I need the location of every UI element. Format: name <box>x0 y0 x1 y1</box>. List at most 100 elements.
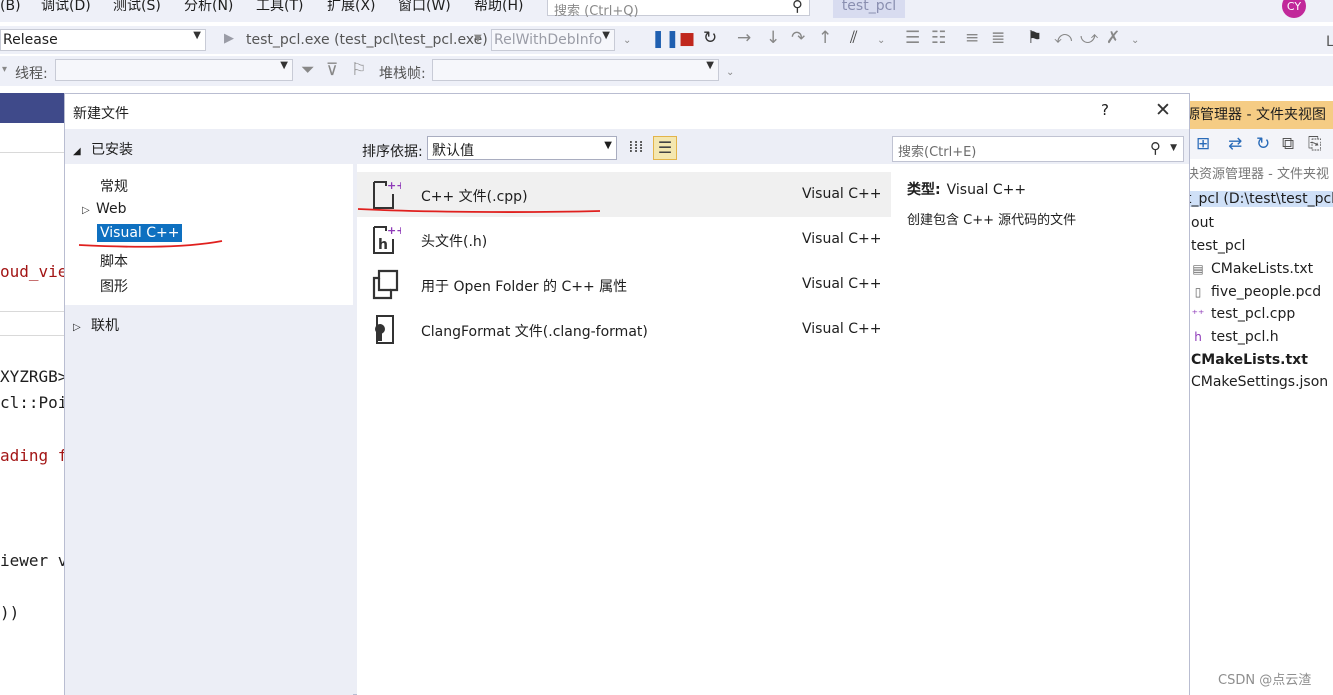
toolbar-overflow-icon[interactable]: ▾ <box>2 60 7 80</box>
template-details: 类型: Visual C++ 创建包含 C++ 源代码的文件 <box>891 164 1189 695</box>
step-over-icon[interactable]: ↷ <box>791 28 805 48</box>
sort-dropdown[interactable]: 默认值 ▼ <box>427 136 617 160</box>
template-item-header[interactable]: h ++ 头文件(.h) Visual C++ <box>357 217 891 262</box>
list-view-button[interactable]: ☰ <box>653 136 677 160</box>
editor-divider <box>0 152 70 153</box>
flag-icon[interactable]: ⚐ <box>351 60 366 80</box>
category-visual-cpp[interactable]: Visual C++ <box>97 224 183 242</box>
stop-icon[interactable]: ■ <box>679 29 695 49</box>
filter-icon[interactable]: ⏷ <box>301 60 315 80</box>
collapsed-triangle-icon: ▷ <box>82 205 90 216</box>
template-item-clang-format[interactable]: ClangFormat 文件(.clang-format) Visual C++ <box>357 307 891 352</box>
switch-views-icon[interactable]: ⊞ <box>1196 134 1210 154</box>
show-all-files-icon[interactable]: ⎘ <box>1308 134 1322 154</box>
stack-frame-dropdown[interactable]: ▼ <box>432 59 719 81</box>
menu-bar: (B) 调试(D) 测试(S) 分析(N) 工具(T) 扩展(X) 窗口(W) … <box>0 0 1333 22</box>
menu-help[interactable]: 帮助(H) <box>474 0 523 13</box>
sort-label: 排序依据: <box>362 144 423 160</box>
tree-item-file[interactable]: ▤ CMakeLists.txt <box>1191 261 1313 277</box>
collapse-all-icon[interactable]: ⧉ <box>1282 134 1294 154</box>
menu-test[interactable]: 测试(S) <box>113 0 161 13</box>
menu-build[interactable]: (B) <box>0 0 21 13</box>
thread-dropdown[interactable]: ▼ <box>55 59 293 81</box>
tree-node-installed[interactable]: ◢ 已安装 <box>73 139 133 159</box>
chevron-down-icon[interactable]: ▼ <box>474 29 482 49</box>
dialog-title-bar: 新建文件 ? ✕ <box>65 94 1189 129</box>
tree-item-root[interactable]: t_pcl (D:\test\test_pcl) <box>1186 191 1333 207</box>
template-item-properties[interactable]: 用于 Open Folder 的 C++ 属性 Visual C++ <box>357 262 891 307</box>
configuration-dropdown[interactable]: Release ▼ <box>0 29 206 51</box>
file-label: CMakeLists.txt <box>1211 261 1314 277</box>
small-icons-view-button[interactable]: ⁞⁞⁞ <box>624 136 648 160</box>
hex-display-icon[interactable]: ⫽ <box>850 28 858 48</box>
solution-explorer-panel: 源管理器 - 文件夹视图 ⊞ ⇄ ↻ ⧉ ⎘ 决资源管理器 - 文件夹视 t_p… <box>1186 93 1333 695</box>
tree-item-file[interactable]: ▯ five_people.pcd <box>1191 284 1321 300</box>
sync-icon[interactable]: ⇄ <box>1228 134 1242 154</box>
user-avatar[interactable]: CY <box>1282 0 1306 18</box>
filter-clear-icon[interactable]: ⊽ <box>326 60 338 80</box>
code-line: XYZRGB> <box>0 367 68 386</box>
header-file-icon: h ++ <box>373 224 401 254</box>
tree-node-online[interactable]: ▷ 联机 <box>73 315 119 335</box>
installed-label: 已安装 <box>91 142 133 158</box>
global-search-input[interactable]: 搜索 (Ctrl+Q) ⚲ <box>547 0 810 19</box>
toolbar-overflow-icon[interactable]: ⌄ <box>726 63 734 83</box>
prev-bookmark-icon[interactable]: ⤺ <box>1054 28 1072 48</box>
next-bookmark-icon[interactable]: ⤻ <box>1080 28 1098 48</box>
menu-window[interactable]: 窗口(W) <box>398 0 451 13</box>
category-web[interactable]: ▷ Web <box>82 201 127 217</box>
tree-item-cmakesettings[interactable]: CMakeSettings.json <box>1191 374 1328 390</box>
clear-bookmarks-icon[interactable]: ✗ <box>1106 28 1120 48</box>
template-search-placeholder: 搜索(Ctrl+E) <box>898 145 977 160</box>
file-label: five_people.pcd <box>1211 284 1322 300</box>
menu-debug[interactable]: 调试(D) <box>41 0 91 13</box>
template-lang: Visual C++ <box>802 276 882 292</box>
close-button[interactable]: ✕ <box>1155 99 1171 121</box>
menu-tools[interactable]: 工具(T) <box>256 0 303 13</box>
code-line: )) <box>0 603 20 622</box>
category-general[interactable]: 常规 <box>100 176 128 196</box>
help-button[interactable]: ? <box>1101 101 1109 119</box>
tree-item-file[interactable]: ⁺⁺ test_pcl.cpp <box>1191 306 1296 322</box>
solution-explorer-search[interactable]: 决资源管理器 - 文件夹视 <box>1186 163 1329 182</box>
tree-item-file[interactable]: h test_pcl.h <box>1191 329 1279 345</box>
svg-text:h: h <box>378 237 388 253</box>
tree-item-test-pcl[interactable]: test_pcl <box>1191 238 1245 254</box>
category-graphics[interactable]: 图形 <box>100 276 128 296</box>
toolbar-right-label: L <box>1326 34 1333 50</box>
template-name: ClangFormat 文件(.clang-format) <box>421 324 648 340</box>
uncomment-icon[interactable]: ☷ <box>931 28 946 48</box>
file-icon: ▯ <box>1194 285 1202 299</box>
restart-icon[interactable]: ↻ <box>703 28 717 48</box>
toolbar-overflow-icon[interactable]: ⌄ <box>1131 31 1139 51</box>
start-debug-icon[interactable]: ▶ <box>224 29 234 49</box>
comment-icon[interactable]: ☰ <box>905 28 920 48</box>
category-tree-lower: ▷ 联机 <box>65 305 353 695</box>
tree-item-out[interactable]: out <box>1191 215 1214 231</box>
refresh-icon[interactable]: ↻ <box>1256 134 1270 154</box>
template-name: 头文件(.h) <box>421 234 488 250</box>
template-search-input[interactable]: 搜索(Ctrl+E) ⚲ ▼ <box>892 136 1184 162</box>
editor-divider <box>0 311 70 312</box>
pause-icon[interactable]: ❚❚ <box>651 29 680 49</box>
toolbar-overflow-icon[interactable]: ⌄ <box>877 31 885 51</box>
menu-extensions[interactable]: 扩展(X) <box>327 0 376 13</box>
tree-item-cmakelists[interactable]: CMakeLists.txt <box>1191 352 1308 368</box>
template-item-cpp[interactable]: ++ C++ 文件(.cpp) Visual C++ <box>357 172 891 217</box>
expanded-triangle-icon: ◢ <box>73 146 81 157</box>
indent-icon[interactable]: ≡ <box>965 28 979 48</box>
code-editor[interactable]: oud_vie XYZRGB> cl::Poi ading f iewer v … <box>0 123 70 695</box>
step-out-icon[interactable]: ↑ <box>818 28 832 48</box>
step-into-icon[interactable]: ↓ <box>766 28 780 48</box>
online-label: 联机 <box>91 318 119 334</box>
build-config-dropdown[interactable]: RelWithDebInfo ▼ <box>491 29 615 51</box>
text-file-icon: ▤ <box>1192 262 1204 276</box>
bookmark-icon[interactable]: ⚑ <box>1027 28 1042 48</box>
outdent-icon[interactable]: ≣ <box>991 28 1005 48</box>
show-next-statement-icon[interactable]: → <box>737 28 751 48</box>
toolbar-overflow-icon[interactable]: ⌄ <box>623 31 631 51</box>
menu-analyze[interactable]: 分析(N) <box>184 0 233 13</box>
category-script[interactable]: 脚本 <box>100 251 128 271</box>
startup-target[interactable]: test_pcl.exe (test_pcl\test_pcl.exe) <box>246 32 488 48</box>
editor-divider <box>0 335 70 336</box>
